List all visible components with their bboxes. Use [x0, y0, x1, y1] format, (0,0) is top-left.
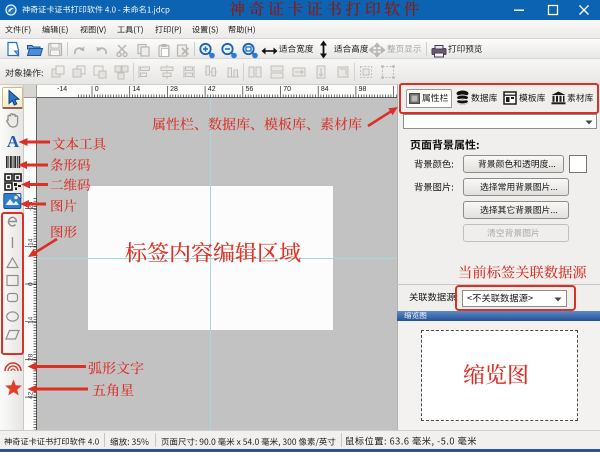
svg-text:42: 42: [28, 391, 35, 399]
svg-text:-14: -14: [28, 238, 35, 248]
svg-text:14: 14: [28, 316, 35, 324]
svg-text:0: 0: [28, 282, 35, 286]
svg-text:28: 28: [28, 353, 35, 361]
